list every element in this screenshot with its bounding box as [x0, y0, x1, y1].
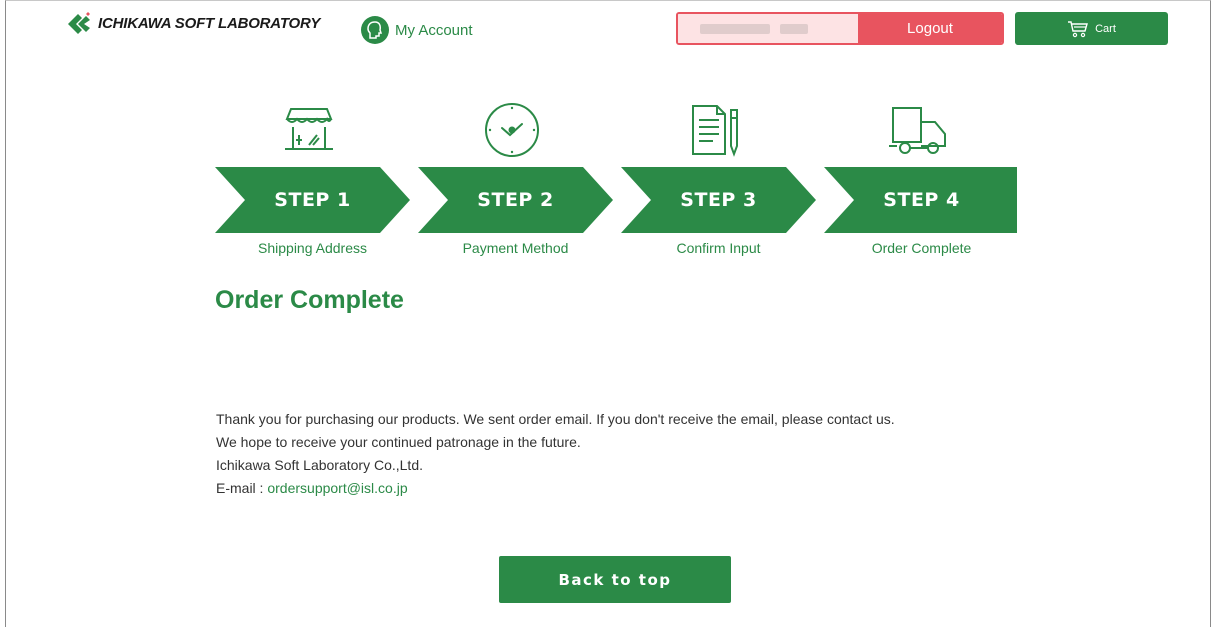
document-pen-icon — [679, 100, 751, 160]
clock-icon — [476, 100, 548, 160]
order-complete-message: Thank you for purchasing our products. W… — [216, 408, 1006, 500]
step-3: STEP 3 Confirm Input — [621, 100, 824, 270]
storefront-icon — [273, 100, 345, 160]
step-1-label: Shipping Address — [258, 240, 367, 256]
message-email: E-mail : ordersupport@isl.co.jp — [216, 477, 1006, 500]
user-name-redacted — [678, 14, 858, 43]
message-company: Ichikawa Soft Laboratory Co.,Ltd. — [216, 457, 423, 473]
step-4-label: Order Complete — [871, 240, 972, 256]
step-1-number: STEP 1 — [274, 189, 351, 211]
logout-button[interactable]: Logout — [858, 14, 1002, 43]
site-logo[interactable]: ICHIKAWA SOFT LABORATORY — [66, 12, 320, 34]
email-prefix: E-mail : — [216, 480, 268, 496]
step-2: STEP 2 Payment Method — [418, 100, 621, 270]
my-account-label: My Account — [395, 21, 473, 39]
page-title: Order Complete — [215, 286, 404, 314]
my-account-link[interactable]: My Account — [361, 16, 473, 44]
step-4: STEP 4 Order Complete — [824, 100, 1027, 270]
step-1: STEP 1 Shipping Address — [215, 100, 418, 270]
page-frame — [5, 0, 1211, 627]
step-2-number: STEP 2 — [477, 189, 554, 211]
step-4-number: STEP 4 — [883, 189, 960, 211]
back-to-top-button[interactable]: Back to top — [499, 556, 731, 603]
step-3-number: STEP 3 — [680, 189, 757, 211]
logo-text: ICHIKAWA SOFT LABORATORY — [98, 14, 321, 32]
checkout-steps: STEP 1 Shipping Address STEP 2 Payment M… — [215, 100, 1017, 270]
user-session-box: Logout — [676, 12, 1004, 45]
message-patronage: We hope to receive your continued patron… — [216, 434, 581, 450]
account-head-icon — [361, 16, 389, 44]
support-email-link[interactable]: ordersupport@isl.co.jp — [267, 480, 407, 496]
cart-label: Cart — [1095, 22, 1116, 35]
logo-mark-icon — [68, 12, 90, 34]
cart-button[interactable]: Cart — [1015, 12, 1168, 45]
step-2-label: Payment Method — [462, 240, 569, 256]
message-thanks: Thank you for purchasing our products. W… — [216, 411, 895, 427]
step-3-label: Confirm Input — [676, 240, 761, 256]
delivery-truck-icon — [882, 100, 954, 160]
cart-icon — [1068, 20, 1089, 37]
